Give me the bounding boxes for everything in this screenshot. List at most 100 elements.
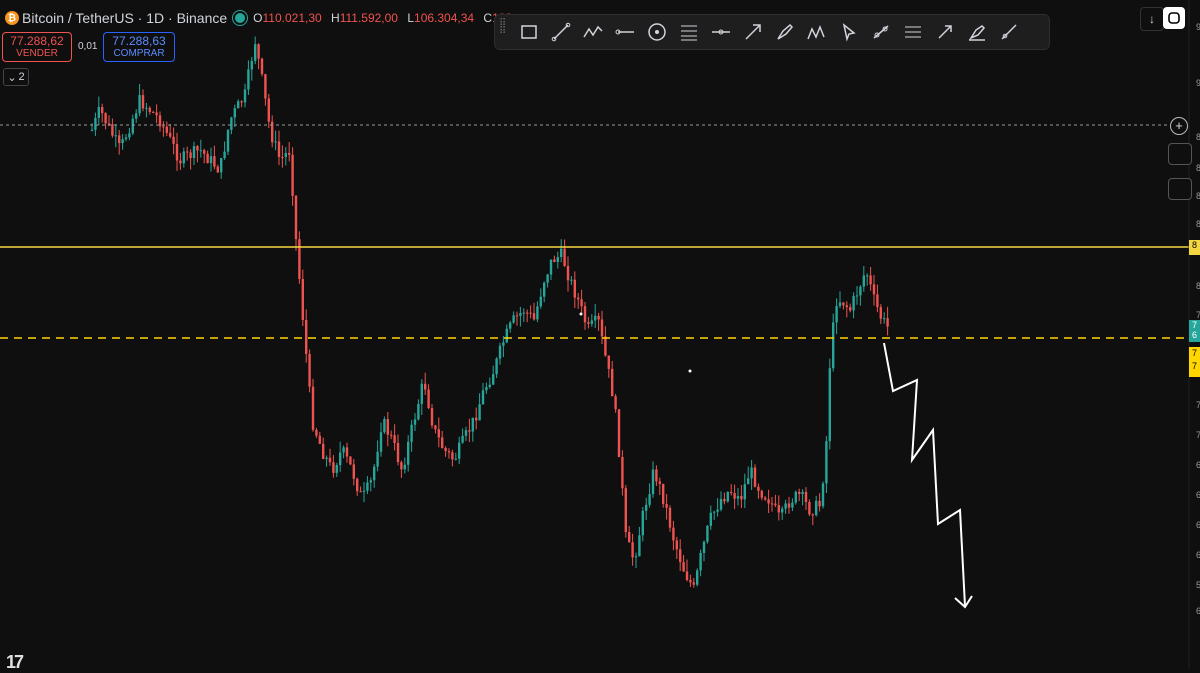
arrow-down-icon: ↓ xyxy=(1149,12,1155,26)
candle-body xyxy=(519,313,522,316)
current-price-tag: 76 xyxy=(1189,320,1200,342)
candle-body xyxy=(223,151,226,159)
symbol-header[interactable]: ₿ Bitcoin / TetherUS · 1D · Binance O110… xyxy=(0,8,521,28)
brush-icon[interactable] xyxy=(771,18,799,46)
candle-body xyxy=(740,495,743,500)
candle-body xyxy=(624,488,627,533)
price-scale-button[interactable] xyxy=(1168,178,1192,200)
sync-button[interactable] xyxy=(1163,7,1185,29)
candle-body xyxy=(124,137,128,140)
horizontal-line-icon[interactable] xyxy=(707,18,735,46)
pattern-icon[interactable] xyxy=(803,18,831,46)
candle-body xyxy=(566,265,570,281)
candle-body xyxy=(155,112,158,116)
cursor-icon[interactable] xyxy=(835,18,863,46)
candle-body xyxy=(685,571,689,581)
candle-body xyxy=(366,482,369,491)
candle-body xyxy=(699,552,702,571)
indicators-toggle[interactable]: ⌄ 2 xyxy=(3,68,29,86)
rectangle-icon[interactable] xyxy=(515,18,543,46)
candle-body xyxy=(852,295,855,311)
sell-button[interactable]: 77.288,62 VENDER xyxy=(2,32,72,62)
candle-body xyxy=(427,389,430,409)
candle-body xyxy=(400,462,403,470)
candle-body xyxy=(607,355,610,369)
parallel-channel-icon[interactable] xyxy=(899,18,927,46)
candle-body xyxy=(226,129,230,152)
marker-dot xyxy=(579,312,583,316)
candle-body xyxy=(617,409,621,457)
candle-body xyxy=(876,294,879,308)
candle-body xyxy=(869,275,872,285)
candle-body xyxy=(322,443,325,459)
candle-body xyxy=(481,390,485,405)
arrow-marker-icon[interactable] xyxy=(931,18,959,46)
candle-body xyxy=(403,464,406,470)
candle-body xyxy=(220,158,223,173)
candle-body xyxy=(733,493,736,499)
price-axis-label: 6 xyxy=(1196,490,1200,500)
candle-body xyxy=(434,425,437,430)
candle-body xyxy=(451,452,454,460)
drawing-toolbar: ⠿ ⠿ xyxy=(494,14,1050,50)
candle-body xyxy=(587,322,590,324)
candle-body xyxy=(526,312,529,314)
fib-retracement-icon[interactable] xyxy=(675,18,703,46)
price-axis-label: 6 xyxy=(1196,550,1200,560)
symbol-title[interactable]: Bitcoin / TetherUS · 1D · Binance xyxy=(22,10,227,26)
candle-body xyxy=(417,403,420,420)
projected-path-drawing[interactable] xyxy=(883,342,966,607)
circle-icon[interactable] xyxy=(643,18,671,46)
horizontal-ray-icon[interactable] xyxy=(611,18,639,46)
candle-body xyxy=(206,153,209,164)
candle-body xyxy=(135,113,138,119)
buy-price: 77.288,63 xyxy=(112,34,166,48)
tradingview-logo-icon[interactable]: 17 xyxy=(6,652,24,673)
candle-body xyxy=(342,447,345,453)
candle-body xyxy=(621,456,624,489)
candle-body xyxy=(662,483,665,504)
candle-body xyxy=(743,484,746,500)
candle-body xyxy=(594,315,597,321)
candle-body xyxy=(726,491,729,502)
candle-body xyxy=(172,136,175,144)
path-icon[interactable] xyxy=(579,18,607,46)
candle-body xyxy=(488,384,491,388)
candle-body xyxy=(104,113,107,124)
candle-body xyxy=(611,368,614,397)
trend-line-icon[interactable] xyxy=(547,18,575,46)
drag-handle-icon[interactable]: ⠿ ⠿ xyxy=(499,19,513,44)
current-price-tag-line: 6 xyxy=(1191,330,1197,340)
candle-body xyxy=(318,435,321,444)
candle-body xyxy=(294,195,298,240)
price-axis-label: 7 xyxy=(1196,430,1200,440)
add-price-alert-icon[interactable]: + xyxy=(1170,117,1188,135)
candle-body xyxy=(203,150,206,154)
candle-body xyxy=(305,320,308,354)
candle-body xyxy=(791,502,794,508)
price-chart[interactable] xyxy=(0,0,1200,669)
candle-body xyxy=(702,541,706,553)
candle-body xyxy=(838,302,842,307)
candle-body xyxy=(328,457,332,463)
ray-icon[interactable] xyxy=(995,18,1023,46)
measure-icon[interactable] xyxy=(867,18,895,46)
candle-body xyxy=(393,435,396,444)
candle-body xyxy=(692,582,695,585)
candle-body xyxy=(301,279,304,321)
candle-body xyxy=(390,434,393,436)
candle-body xyxy=(638,535,641,557)
arrow-icon[interactable] xyxy=(739,18,767,46)
candle-body xyxy=(628,532,631,543)
current-price-tag-line: 7 xyxy=(1191,320,1197,330)
candle-body xyxy=(665,503,668,508)
candle-body xyxy=(502,342,505,346)
download-button[interactable]: ↓ xyxy=(1140,7,1164,31)
candle-body xyxy=(335,465,338,473)
highlighter-icon[interactable] xyxy=(963,18,991,46)
candle-body xyxy=(818,500,821,507)
candle-body xyxy=(760,490,763,498)
price-scale-settings-button[interactable] xyxy=(1168,143,1192,165)
candle-body xyxy=(464,430,468,436)
buy-button[interactable]: 77.288,63 COMPRAR xyxy=(103,32,175,62)
